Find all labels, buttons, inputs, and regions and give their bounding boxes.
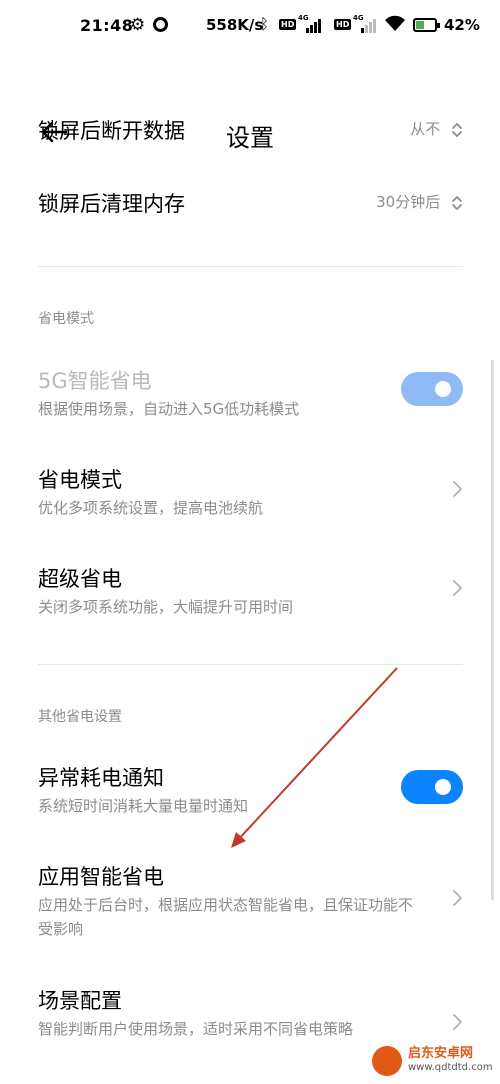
scrollbar[interactable] <box>491 360 494 900</box>
watermark: 启东安卓网 www.qdtdtd.com <box>368 1040 500 1084</box>
row-subtitle: 应用处于后台时，根据应用状态智能省电，且保证功能不受影响 <box>38 896 414 938</box>
status-time: 21:48 <box>80 16 134 35</box>
row-title: 应用智能省电 <box>38 865 164 889</box>
wifi-icon <box>384 14 406 37</box>
section-label-other: 其他省电设置 <box>38 709 122 725</box>
row-title: 异常耗电通知 <box>38 766 164 790</box>
app-smart-saving-row[interactable]: 应用智能省电 应用处于后台时，根据应用状态智能省电，且保证功能不受影响 <box>38 861 463 941</box>
row-subtitle: 优化多项系统设置，提高电池续航 <box>38 499 264 517</box>
signal-label: 4G <box>298 14 309 22</box>
row-subtitle: 关闭多项系统功能，大幅提升可用时间 <box>38 598 294 616</box>
ring-icon <box>153 17 168 32</box>
hd-badge: HD <box>279 19 297 30</box>
hd-badge: HD <box>334 19 352 30</box>
section-label-power: 省电模式 <box>38 311 94 327</box>
updown-icon <box>452 195 462 210</box>
signal-icon: 4G <box>298 14 322 33</box>
bluetooth-icon: ᛒ <box>260 15 270 33</box>
battery-percent: 42% <box>444 16 480 34</box>
row-title: 场景配置 <box>38 989 122 1013</box>
power-saving-mode-row[interactable]: 省电模式 优化多项系统设置，提高电池续航 <box>38 464 463 517</box>
toggle-knob <box>435 381 451 397</box>
row-value: 30分钟后 <box>376 191 463 212</box>
abnormal-drain-toggle[interactable] <box>401 770 463 804</box>
row-title: 5G智能省电 <box>38 369 152 393</box>
battery-icon <box>413 18 440 32</box>
status-bar: 21:48 ⚙ 558K/s ᛒ HD 4G HD 4G 42% <box>0 0 500 56</box>
row-subtitle: 智能判断用户使用场景，适时采用不同省电策略 <box>38 1020 354 1038</box>
chevron-right-icon <box>453 890 462 906</box>
row-value: 从不 <box>410 118 463 139</box>
network-speed: 558K/s <box>206 16 264 34</box>
divider <box>38 266 463 267</box>
updown-icon <box>452 122 462 137</box>
watermark-name: 启东安卓网 <box>408 1046 474 1061</box>
row-subtitle: 系统短时间消耗大量电量时通知 <box>38 797 249 815</box>
lock-clear-memory-row[interactable]: 锁屏后清理内存 30分钟后 <box>38 188 463 218</box>
5g-saving-toggle <box>401 372 463 406</box>
header: 设置 <box>0 56 500 152</box>
chevron-right-icon <box>453 481 462 497</box>
gear-icon: ⚙ <box>130 15 146 35</box>
row-title: 超级省电 <box>38 567 122 591</box>
super-power-saving-row[interactable]: 超级省电 关闭多项系统功能，大幅提升可用时间 <box>38 563 463 616</box>
signal-icon: 4G <box>353 14 377 33</box>
row-subtitle: 根据使用场景，自动进入5G低功耗模式 <box>38 400 300 418</box>
row-title: 省电模式 <box>38 468 122 492</box>
signal-label: 4G <box>353 14 364 22</box>
chevron-right-icon <box>453 580 462 596</box>
abnormal-drain-notify-row[interactable]: 异常耗电通知 系统短时间消耗大量电量时通知 <box>38 762 463 815</box>
divider <box>38 664 463 665</box>
row-value-text: 从不 <box>410 120 441 138</box>
row-title: 锁屏后断开数据 <box>38 119 185 143</box>
watermark-url: www.qdtdtd.com <box>408 1062 493 1073</box>
5g-smart-saving-row: 5G智能省电 根据使用场景，自动进入5G低功耗模式 <box>38 365 463 418</box>
toggle-knob <box>435 779 451 795</box>
chevron-right-icon <box>453 1014 462 1030</box>
watermark-logo-icon <box>372 1046 402 1076</box>
row-value-text: 30分钟后 <box>376 193 441 211</box>
lock-disconnect-data-row[interactable]: 锁屏后断开数据 从不 <box>38 115 463 145</box>
